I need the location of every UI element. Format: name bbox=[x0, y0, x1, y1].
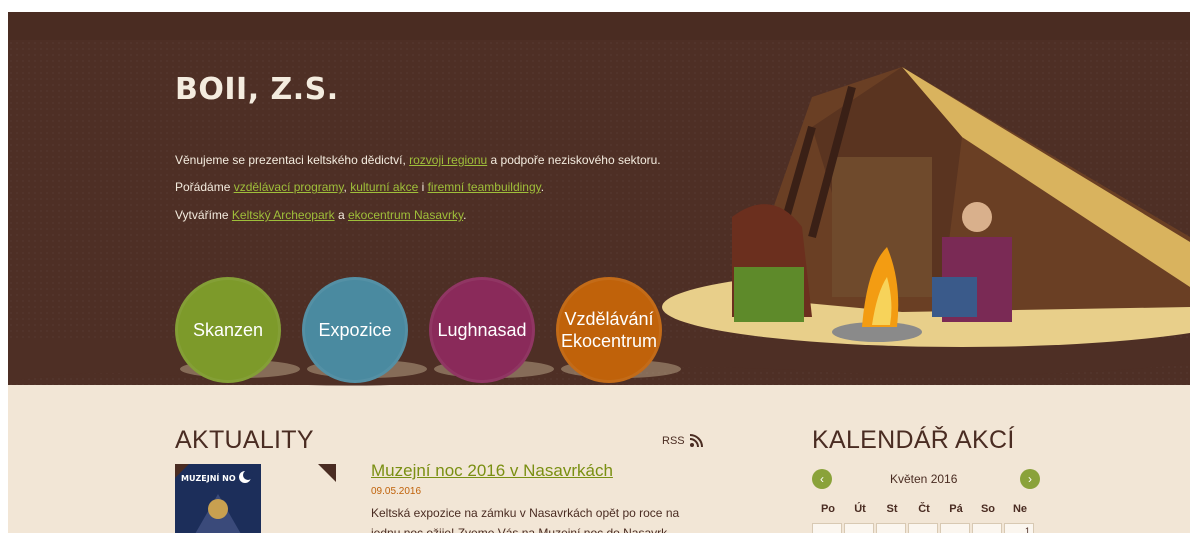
thumbnail-corner-decoration bbox=[175, 464, 189, 478]
rss-label: RSS bbox=[662, 434, 685, 447]
weekday-label: Čt bbox=[918, 503, 930, 515]
calendar-next-button[interactable]: › bbox=[1020, 469, 1040, 489]
intro-line-2: Pořádáme vzdělávací programy, kulturní a… bbox=[175, 180, 544, 194]
expozice-label: Expozice bbox=[318, 320, 392, 340]
intro-text: . bbox=[540, 180, 545, 194]
link-keltsky-archeopark[interactable]: Keltský Archeopark bbox=[232, 208, 335, 222]
intro-text: i bbox=[418, 180, 428, 194]
vzdelavani-label: Vzdělávání bbox=[564, 309, 654, 329]
intro-text: . bbox=[463, 208, 467, 222]
news-item-excerpt: Keltská expozice na zámku v Nasavrkách o… bbox=[371, 506, 680, 533]
calendar-week-row: 1 bbox=[812, 523, 1036, 533]
intro-text: a podpoře neziskového sektoru. bbox=[487, 153, 661, 167]
intro-text: a bbox=[334, 208, 348, 222]
news-heading: AKTUALITY bbox=[175, 426, 314, 454]
intro-text: Věnujeme se prezentaci keltského dědictv… bbox=[175, 153, 410, 167]
link-rozvoj-regionu[interactable]: rozvoji regionu bbox=[409, 153, 487, 167]
calendar-day-cell[interactable] bbox=[812, 523, 842, 533]
intro-line-1: Věnujeme se prezentaci keltského dědictv… bbox=[175, 153, 661, 167]
top-navigation-bar bbox=[8, 12, 1190, 41]
weekday-label: So bbox=[980, 503, 996, 515]
intro-text: Pořádáme bbox=[175, 180, 234, 194]
expozice-button[interactable]: Expozice bbox=[302, 277, 408, 383]
calendar-day-cell[interactable] bbox=[940, 523, 970, 533]
lughnasad-label: Lughnasad bbox=[437, 320, 527, 340]
skanzen-button[interactable]: Skanzen bbox=[175, 277, 281, 383]
news-item-title[interactable]: Muzejní noc 2016 v Nasavrkách bbox=[371, 461, 613, 481]
rss-icon bbox=[689, 434, 703, 447]
corner-decoration bbox=[318, 464, 336, 482]
calendar-day-cell[interactable] bbox=[908, 523, 938, 533]
calendar-day-cell[interactable]: 1 bbox=[1004, 523, 1034, 533]
calendar-day-cell[interactable] bbox=[844, 523, 874, 533]
lughnasad-button[interactable]: Lughnasad bbox=[429, 277, 535, 383]
site-title: BOII, Z.S. bbox=[175, 72, 339, 107]
weekday-label: Po bbox=[820, 503, 836, 515]
chevron-left-icon: ‹ bbox=[820, 472, 824, 486]
news-item-date: 09.05.2016 bbox=[371, 486, 422, 497]
weekday-label: Út bbox=[854, 503, 866, 515]
calendar-month-label: Květen 2016 bbox=[890, 472, 958, 486]
chevron-right-icon: › bbox=[1028, 472, 1032, 486]
page-frame: BOII, Z.S. Věnujeme se prezentaci keltsk… bbox=[8, 12, 1190, 533]
calendar-heading: KALENDÁŘ AKCÍ bbox=[812, 426, 1015, 454]
calendar-prev-button[interactable]: ‹ bbox=[812, 469, 832, 489]
rss-link[interactable]: RSS bbox=[662, 434, 703, 447]
intro-line-3: Vytváříme Keltský Archeopark a ekocentru… bbox=[175, 208, 466, 222]
link-vzdelavaci-programy[interactable]: vzdělávací programy bbox=[234, 180, 344, 194]
link-ekocentrum-nasavrky[interactable]: ekocentrum Nasavrky bbox=[348, 208, 463, 222]
link-kulturni-akce[interactable]: kulturní akce bbox=[350, 180, 418, 194]
intro-text: Vytváříme bbox=[175, 208, 232, 222]
calendar-day-cell[interactable] bbox=[972, 523, 1002, 533]
calendar-day-cell[interactable] bbox=[876, 523, 906, 533]
vzdelavani-ekocentrum-button[interactable]: Vzdělávání Ekocentrum bbox=[556, 277, 662, 383]
weekday-label: Pá bbox=[949, 503, 963, 515]
weekday-label: Ne bbox=[1012, 503, 1028, 515]
hero-illustration bbox=[662, 67, 1190, 347]
ekocentrum-label: Ekocentrum bbox=[560, 331, 658, 351]
weekday-label: St bbox=[886, 503, 898, 515]
skanzen-label: Skanzen bbox=[192, 320, 264, 340]
calendar-weekday-header: Po Út St Čt Pá So Ne bbox=[812, 503, 1036, 515]
link-firemni-teambuildingy[interactable]: firemní teambuildingy bbox=[428, 180, 541, 194]
